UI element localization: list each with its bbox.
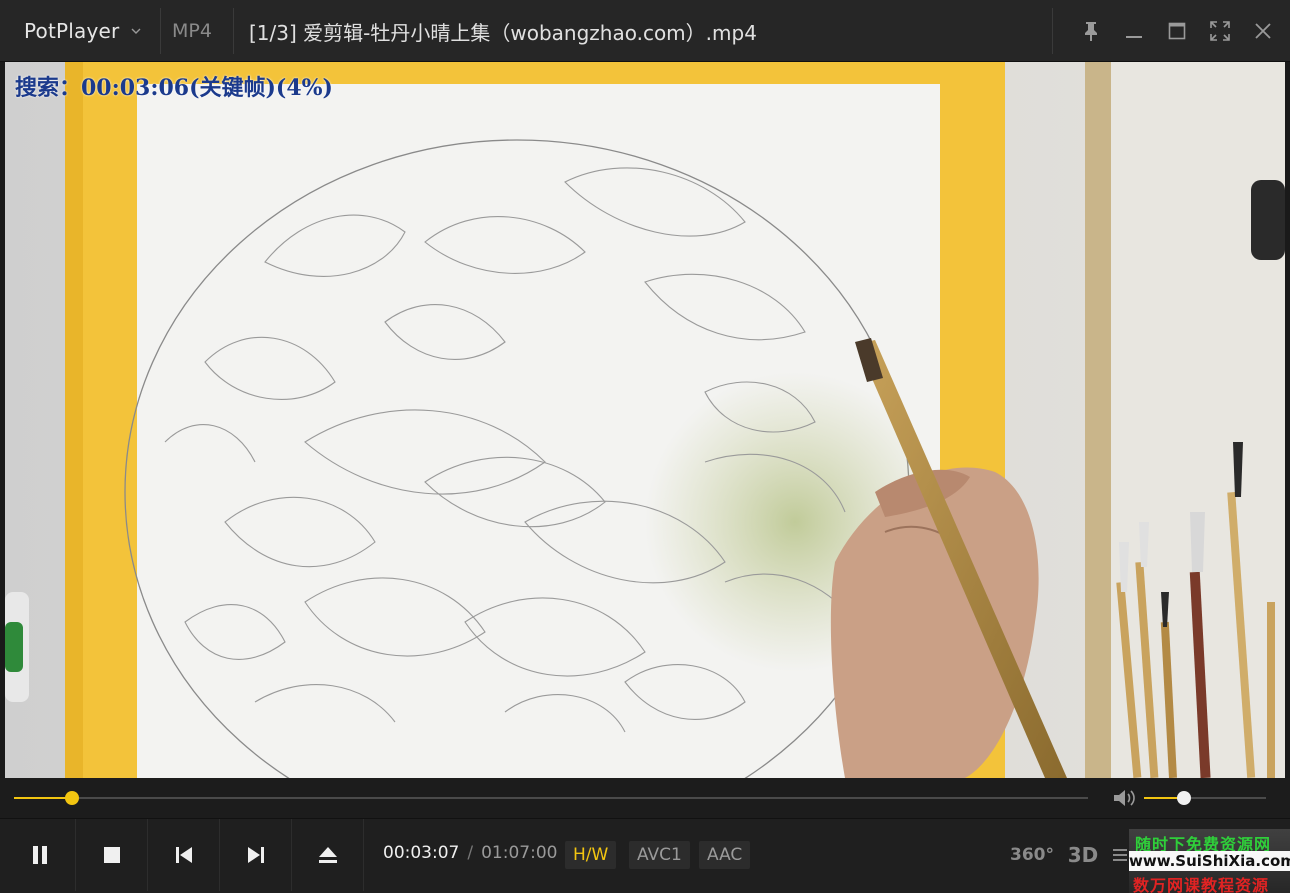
- total-time: 01:07:00: [481, 843, 558, 863]
- control-bar: 00:03:07 / 01:07:00 H/W AVC1 AAC 360° 3D: [0, 818, 1290, 893]
- seek-osd-text: 搜索：00:03:06(关键帧)(4%): [15, 75, 333, 101]
- format-label: MP4: [172, 20, 212, 42]
- pin-button[interactable]: [1069, 8, 1112, 54]
- skip-previous-icon: [175, 847, 192, 863]
- seek-progress: [14, 797, 72, 799]
- current-time: 00:03:07: [383, 843, 460, 863]
- hw-decoding-badge[interactable]: H/W: [565, 841, 617, 869]
- title-bar: PotPlayer MP4 [1/3] 爱剪辑-牡丹小晴上集（wobangzha…: [0, 0, 1290, 62]
- watermark-logo: 随时下免费资源网 www.SuiShiXia.com 数万网课教程资源: [1129, 829, 1290, 893]
- stop-button[interactable]: [76, 819, 148, 891]
- watermark-line-2: www.SuiShiXia.com: [1129, 851, 1290, 871]
- fullscreen-icon: [1209, 21, 1230, 41]
- playlist-icon: [1113, 849, 1127, 861]
- time-display: 00:03:07 / 01:07:00: [383, 843, 557, 863]
- seek-handle[interactable]: [64, 791, 79, 805]
- pause-button[interactable]: [4, 819, 76, 891]
- time-separator: /: [467, 843, 474, 863]
- maximize-icon: [1168, 22, 1185, 40]
- stereo-3d-button[interactable]: 3D: [1066, 837, 1100, 873]
- file-title: [1/3] 爱剪辑-牡丹小晴上集（wobangzhao.com）.mp4: [249, 20, 757, 45]
- stereo-3d-label: 3D: [1067, 843, 1099, 867]
- close-icon: [1254, 23, 1271, 39]
- close-button[interactable]: [1241, 8, 1284, 54]
- title-divider: [1052, 8, 1053, 54]
- next-button[interactable]: [220, 819, 292, 891]
- audio-codec-badge[interactable]: AAC: [699, 841, 751, 869]
- pause-icon: [32, 846, 47, 864]
- playlist-button[interactable]: [1112, 837, 1128, 873]
- seek-row: [0, 778, 1290, 818]
- chevron-down-icon: [131, 28, 141, 34]
- eject-button[interactable]: [292, 819, 364, 891]
- vr360-button[interactable]: 360°: [1010, 837, 1054, 873]
- video-viewport[interactable]: 搜索：00:03:06(关键帧)(4%): [5, 62, 1285, 778]
- stop-icon: [103, 847, 120, 863]
- eject-icon: [318, 847, 337, 863]
- fullscreen-button[interactable]: [1198, 8, 1241, 54]
- video-frame: [5, 62, 1285, 778]
- volume-handle[interactable]: [1177, 791, 1192, 805]
- title-divider: [160, 8, 161, 54]
- video-codec-badge[interactable]: AVC1: [629, 841, 690, 869]
- pin-icon: [1084, 22, 1097, 41]
- title-divider: [233, 8, 234, 54]
- window-controls: [1069, 8, 1284, 54]
- seek-bar[interactable]: [14, 791, 1088, 805]
- skip-next-icon: [247, 847, 264, 863]
- maximize-button[interactable]: [1155, 8, 1198, 54]
- watermark-line-3: 数万网课教程资源: [1133, 876, 1270, 893]
- volume-slider[interactable]: [1144, 791, 1266, 805]
- previous-button[interactable]: [148, 819, 220, 891]
- minimize-button[interactable]: [1112, 8, 1155, 54]
- minimize-icon: [1125, 36, 1142, 38]
- vr360-label: 360°: [1010, 845, 1054, 865]
- speaker-icon[interactable]: [1112, 787, 1136, 809]
- brand-name: PotPlayer: [24, 19, 120, 43]
- brand-menu-button[interactable]: PotPlayer: [8, 8, 160, 54]
